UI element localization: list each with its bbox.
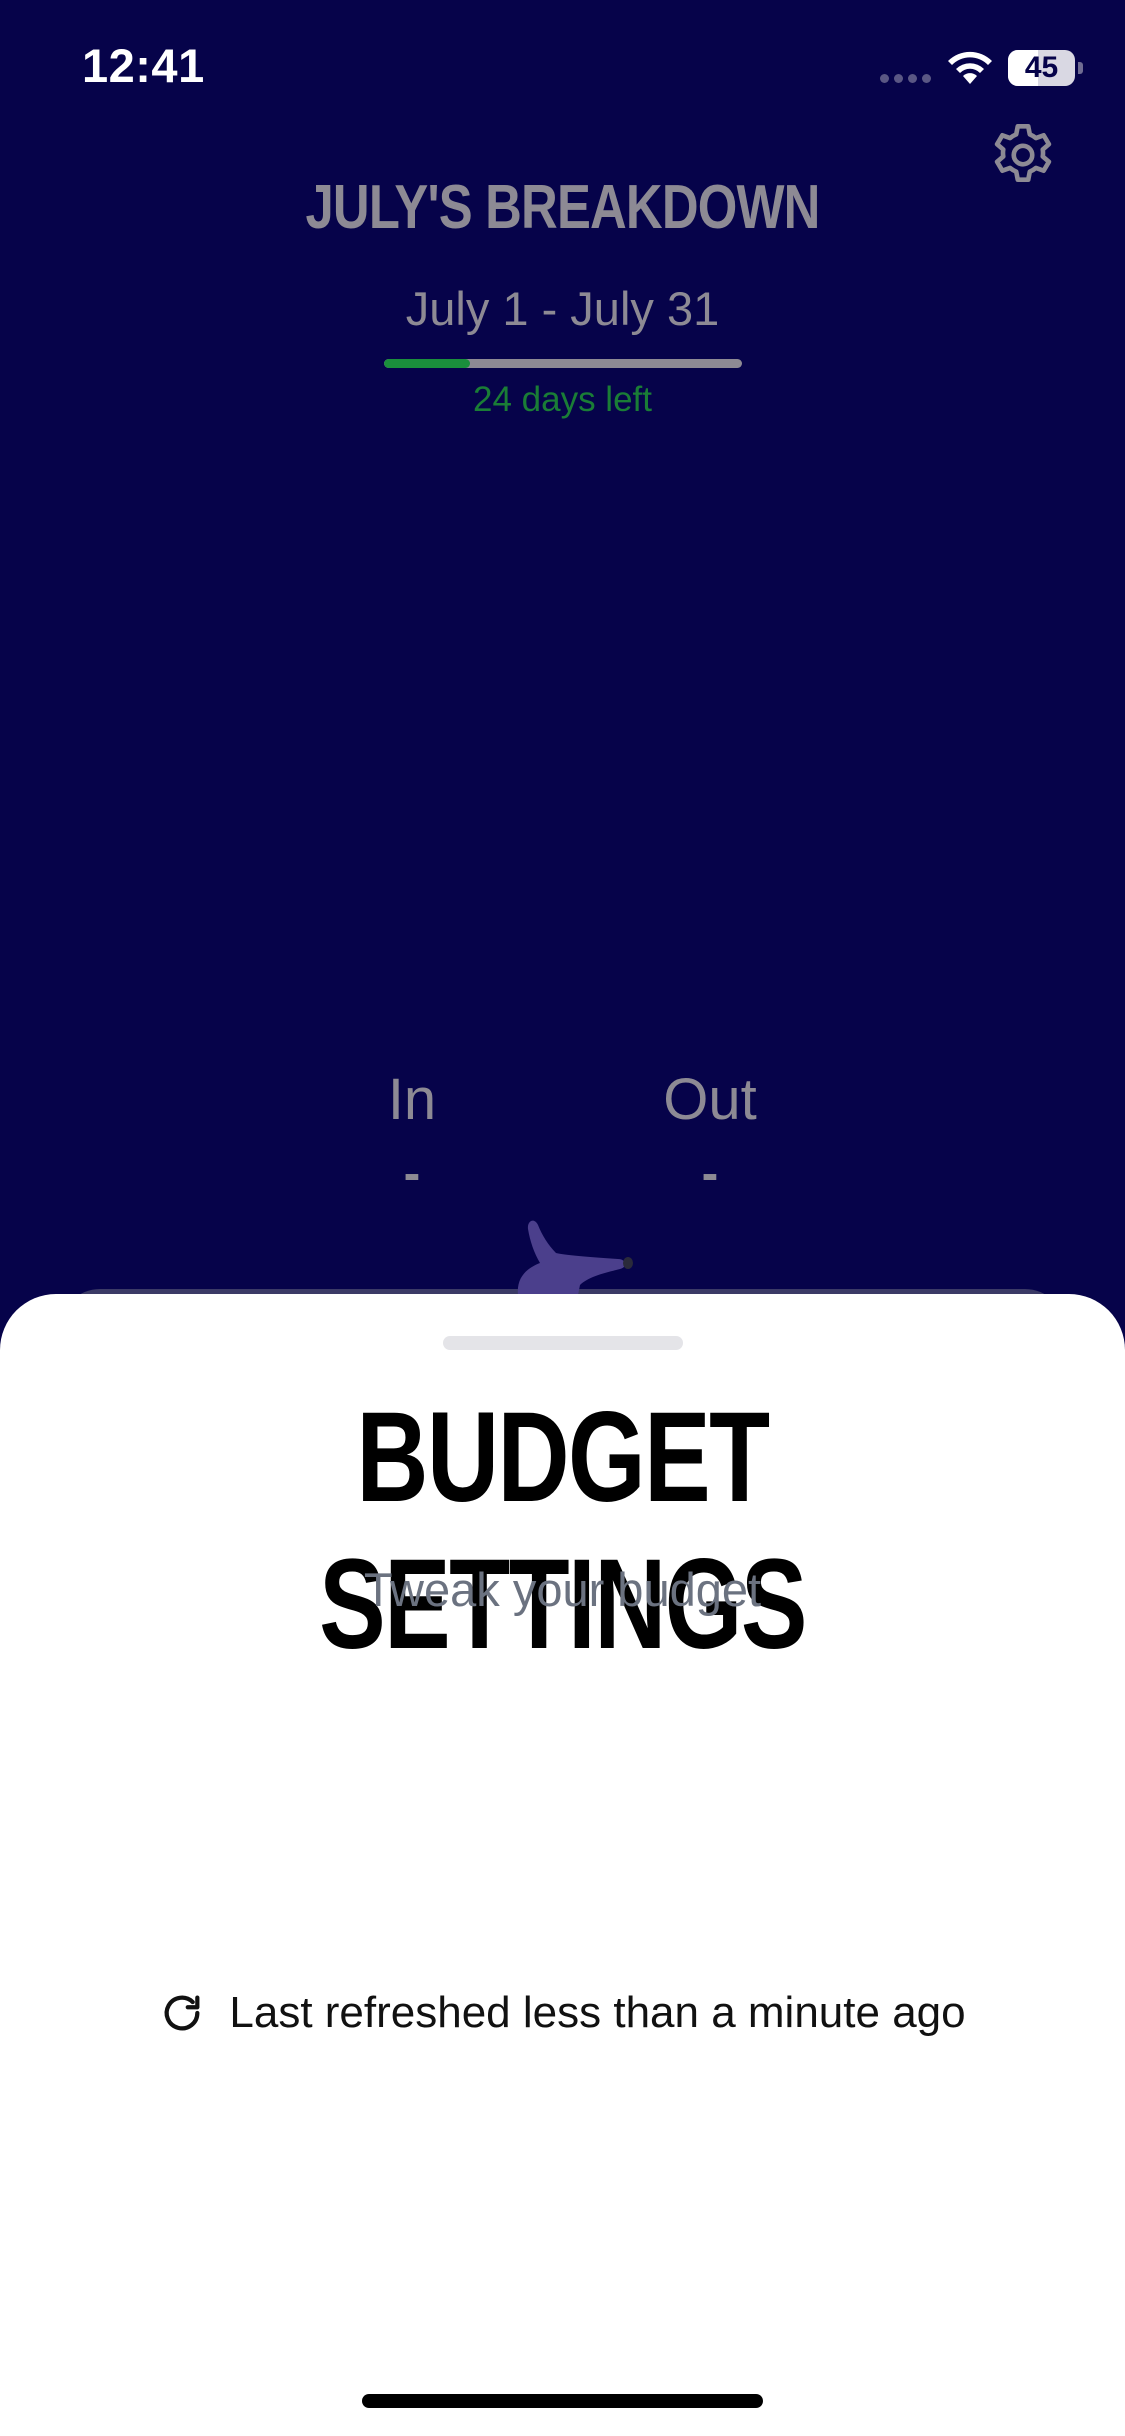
refresh-icon[interactable] [159, 1990, 205, 2036]
battery-percent: 45 [1024, 51, 1059, 84]
in-label: In [387, 1067, 437, 1132]
last-refreshed-row[interactable]: Last refreshed less than a minute ago [0, 1988, 1125, 2048]
out-value: - [701, 1145, 719, 1201]
date-range: July 1 - July 31 [405, 282, 720, 335]
sheet-title: BUDGET SETTINGS [319, 1386, 807, 1676]
breakdown-title: JULY'S BREAKDOWN [305, 173, 820, 242]
home-indicator[interactable] [362, 2394, 763, 2408]
days-left-text: 24 days left [473, 380, 652, 419]
battery-icon: 45 [1008, 50, 1084, 86]
wifi-icon [948, 51, 992, 84]
budget-settings-sheet: BUDGET SETTINGS Tweak your budget [0, 1294, 1125, 2436]
mascot-hand-illustration [517, 1220, 633, 1295]
in-value: - [403, 1145, 421, 1201]
last-refreshed-text: Last refreshed less than a minute ago [229, 1988, 966, 2037]
period-progress-fill [384, 359, 470, 368]
status-bar: 12:41 45 [0, 0, 1125, 140]
sheet-subtitle: Tweak your budget [363, 1563, 762, 1616]
screen: 12:41 45 JULY'S BREAKDOWN July 1 - July … [0, 0, 1125, 2436]
period-progress-bar [384, 359, 742, 368]
cellular-signal-icon [880, 74, 934, 84]
status-time: 12:41 [82, 39, 205, 92]
out-label: Out [663, 1067, 757, 1132]
sheet-drag-handle[interactable] [443, 1336, 683, 1350]
